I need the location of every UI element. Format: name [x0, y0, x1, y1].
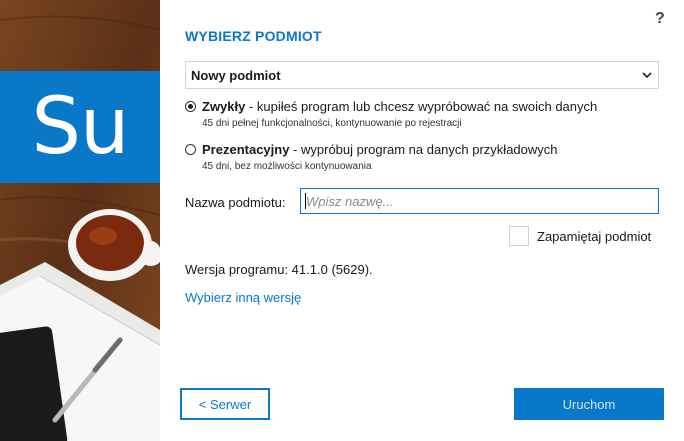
text-cursor [305, 193, 306, 209]
option-demo[interactable]: Prezentacyjny - wypróbuj program na dany… [185, 142, 558, 174]
program-version: Wersja programu: 41.1.0 (5629). [185, 262, 373, 277]
radio-demo[interactable] [185, 144, 196, 155]
subject-dropdown-value: Nowy podmiot [191, 67, 281, 83]
page-title: WYBIERZ PODMIOT [185, 28, 322, 44]
option-demo-details: 45 dni, bez możliwości kontynuowania [202, 161, 372, 172]
remember-subject-toggle[interactable]: Zapamiętaj podmiot [509, 226, 651, 246]
radio-standard[interactable] [185, 101, 196, 112]
subject-dropdown[interactable]: Nowy podmiot [185, 61, 659, 89]
subject-name-input[interactable] [300, 188, 659, 214]
subject-name-label: Nazwa podmiotu: [185, 195, 286, 210]
option-demo-name: Prezentacyjny [202, 142, 290, 157]
remember-subject-label: Zapamiętaj podmiot [537, 228, 652, 244]
option-standard[interactable]: Zwykły - kupiłeś program lub chcesz wypr… [185, 99, 597, 131]
option-standard-name: Zwykły [202, 99, 246, 114]
desk-illustration [0, 0, 160, 441]
chevron-down-icon [642, 72, 652, 79]
help-button[interactable]: ? [655, 10, 665, 28]
option-standard-details: 45 dni pełnej funkcjonalności, kontynuow… [202, 118, 462, 129]
run-button[interactable]: Uruchom [514, 388, 664, 420]
logo-text: Su [31, 82, 130, 172]
hero-image-panel: Su [0, 0, 160, 441]
option-demo-description: - wypróbuj program na danych przykładowy… [289, 142, 558, 157]
brand-logo: Su [0, 71, 160, 183]
server-button[interactable]: < Serwer [180, 388, 270, 420]
choose-other-version-link[interactable]: Wybierz inną wersję [185, 290, 301, 305]
remember-subject-checkbox[interactable] [509, 226, 529, 246]
option-standard-description: - kupiłeś program lub chcesz wypróbować … [245, 99, 598, 114]
